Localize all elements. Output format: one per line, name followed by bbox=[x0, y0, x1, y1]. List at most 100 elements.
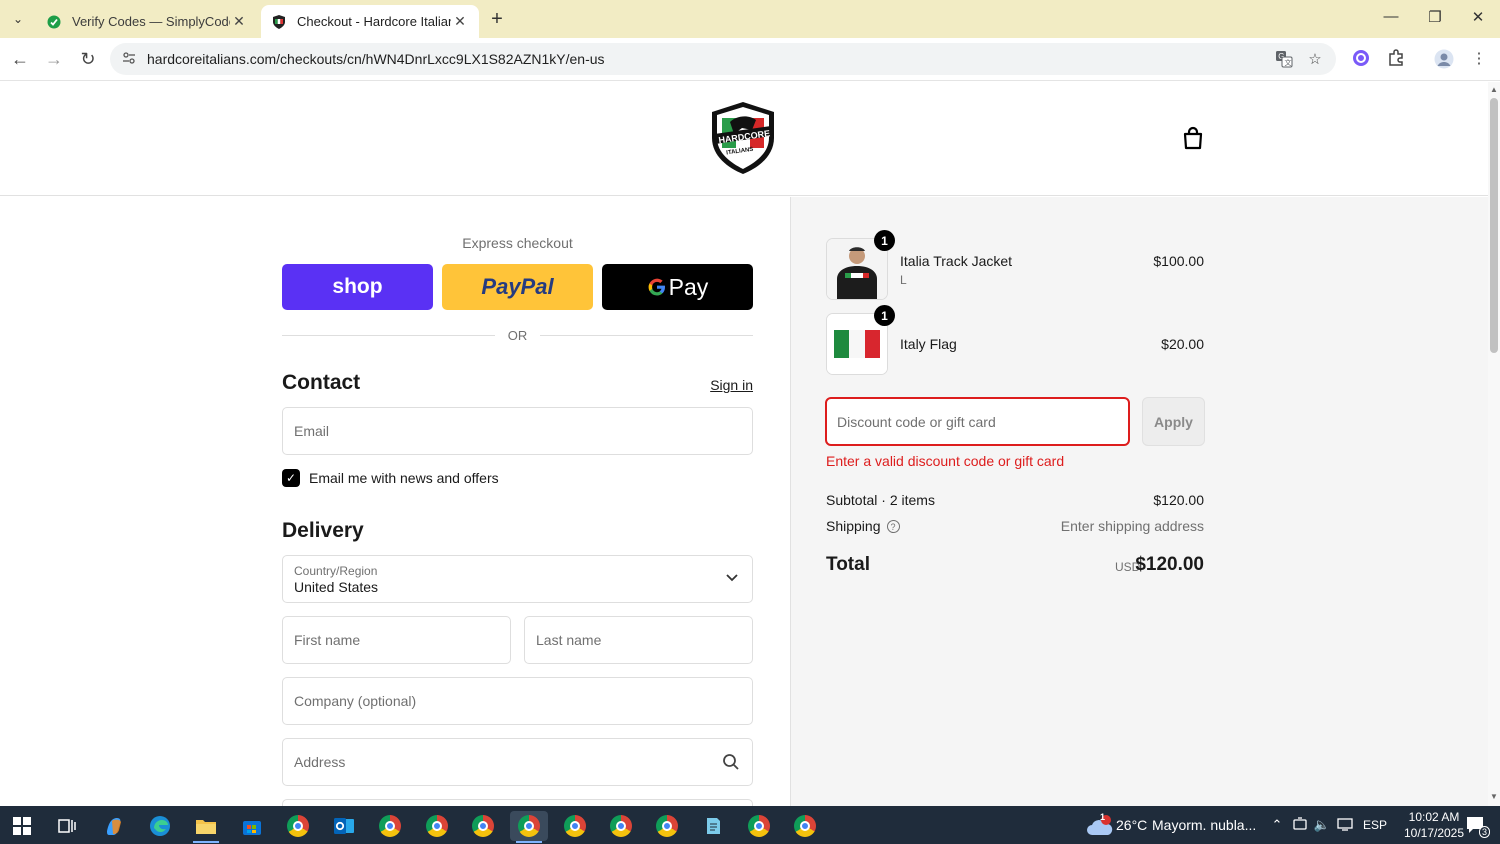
restore-icon[interactable]: ❐ bbox=[1420, 8, 1450, 26]
shipping-value: Enter shipping address bbox=[1060, 518, 1204, 534]
shop-pay-button[interactable]: shop bbox=[282, 264, 433, 310]
bookmark-star-icon[interactable]: ☆ bbox=[1305, 50, 1325, 70]
chrome-icon[interactable] bbox=[279, 811, 317, 841]
tab-close-icon[interactable]: ✕ bbox=[230, 13, 248, 30]
help-icon[interactable]: ? bbox=[886, 520, 900, 533]
chrome-profile-icon[interactable] bbox=[464, 811, 502, 841]
discount-code-input[interactable] bbox=[827, 399, 1128, 444]
translate-icon[interactable]: G文 bbox=[1274, 50, 1294, 70]
chrome-profile-icon[interactable] bbox=[648, 811, 686, 841]
site-info-icon[interactable] bbox=[122, 51, 138, 67]
chrome-profile-icon[interactable] bbox=[740, 811, 778, 841]
quantity-badge: 1 bbox=[874, 230, 895, 251]
country-label: Country/Region bbox=[294, 564, 378, 578]
last-name-field[interactable] bbox=[524, 616, 753, 664]
newsletter-checkbox[interactable]: ✓ bbox=[282, 469, 300, 487]
first-name-field[interactable] bbox=[282, 616, 511, 664]
weather-temp[interactable]: 26°C bbox=[1116, 817, 1147, 833]
edge-icon[interactable] bbox=[141, 811, 179, 841]
last-name-input[interactable] bbox=[525, 617, 752, 663]
email-field[interactable] bbox=[282, 407, 753, 455]
country-select[interactable]: Country/Region United States bbox=[282, 555, 753, 603]
shipping-label: Shipping bbox=[826, 518, 881, 534]
microsoft-store-icon[interactable] bbox=[233, 811, 271, 841]
browser-toolbar: ← → ↻ hardcoreitalians.com/checkouts/cn/… bbox=[0, 38, 1500, 81]
hardcore-italians-logo[interactable]: HARDCORE ITALIANS bbox=[708, 100, 778, 176]
task-view-icon[interactable] bbox=[48, 811, 86, 841]
chevron-up-icon[interactable]: ⌃ bbox=[1268, 817, 1286, 833]
tab-simplycodes[interactable]: Verify Codes — SimplyCodes ✕ bbox=[36, 5, 258, 38]
network-icon[interactable] bbox=[1336, 817, 1354, 834]
window-close-icon[interactable]: ✕ bbox=[1463, 8, 1493, 26]
paypal-button[interactable]: PayPal bbox=[442, 264, 593, 310]
company-field[interactable] bbox=[282, 677, 753, 725]
chrome-profile-icon[interactable] bbox=[602, 811, 640, 841]
or-divider: OR bbox=[282, 328, 753, 344]
chrome-profile-icon[interactable] bbox=[510, 811, 548, 843]
file-explorer-icon[interactable] bbox=[187, 811, 225, 843]
checkout-page: HARDCORE ITALIANS Express checkout shop … bbox=[0, 82, 1488, 806]
total-value: $120.00 bbox=[1135, 554, 1204, 575]
google-pay-button[interactable]: Pay bbox=[602, 264, 753, 310]
tab-checkout[interactable]: Checkout - Hardcore Italians ✕ bbox=[261, 5, 479, 38]
new-tab-button[interactable]: + bbox=[486, 8, 508, 31]
scrollbar-thumb[interactable] bbox=[1490, 98, 1498, 353]
address-input[interactable] bbox=[283, 739, 752, 785]
address-field[interactable] bbox=[282, 738, 753, 786]
email-input[interactable] bbox=[283, 408, 752, 454]
weather-text[interactable]: Mayorm. nubla... bbox=[1152, 817, 1256, 833]
item-price: $100.00 bbox=[1153, 253, 1204, 269]
item-variant: L bbox=[900, 273, 907, 287]
next-field[interactable] bbox=[282, 799, 753, 806]
newsletter-label: Email me with news and offers bbox=[309, 470, 499, 486]
svg-text:文: 文 bbox=[1285, 58, 1292, 67]
chrome-profile-icon[interactable] bbox=[418, 811, 456, 841]
reload-icon[interactable]: ↻ bbox=[77, 48, 99, 70]
url-text: hardcoreitalians.com/checkouts/cn/hWN4Dn… bbox=[147, 51, 605, 67]
address-bar[interactable]: hardcoreitalians.com/checkouts/cn/hWN4Dn… bbox=[110, 43, 1336, 75]
start-windows-icon[interactable] bbox=[3, 811, 41, 841]
cart-bag-icon[interactable] bbox=[1182, 126, 1204, 150]
extension-app-icon[interactable] bbox=[1350, 49, 1372, 71]
volume-icon[interactable]: 🔈 bbox=[1313, 817, 1331, 833]
browser-menu-icon[interactable]: ⋮ bbox=[1468, 49, 1490, 71]
meet-now-icon[interactable] bbox=[1291, 817, 1309, 834]
scroll-up-icon[interactable]: ▲ bbox=[1489, 85, 1499, 94]
subtotal-label: Subtotal · 2 items bbox=[826, 492, 935, 508]
extensions-puzzle-icon[interactable] bbox=[1385, 49, 1407, 71]
site-header: HARDCORE ITALIANS bbox=[0, 82, 1488, 196]
chrome-profile-icon[interactable] bbox=[556, 811, 594, 841]
company-input[interactable] bbox=[283, 678, 752, 724]
clock-date[interactable]: 10/17/2025 bbox=[1399, 826, 1469, 840]
scroll-down-icon[interactable]: ▼ bbox=[1489, 792, 1499, 801]
back-icon[interactable]: ← bbox=[9, 48, 31, 70]
shop-pay-label: shop bbox=[332, 275, 383, 298]
tab-title: Verify Codes — SimplyCodes bbox=[72, 14, 230, 29]
chrome-profile-icon[interactable] bbox=[786, 811, 824, 841]
hardcore-favicon-icon bbox=[271, 14, 287, 30]
tab-close-icon[interactable]: ✕ bbox=[451, 13, 469, 30]
notepad-icon[interactable] bbox=[694, 811, 732, 841]
discount-code-field[interactable] bbox=[825, 397, 1130, 446]
language-indicator[interactable]: ESP bbox=[1363, 818, 1387, 832]
first-name-input[interactable] bbox=[283, 617, 510, 663]
weather-cloud-icon[interactable]: 1 bbox=[1082, 811, 1116, 841]
outlook-icon[interactable] bbox=[325, 811, 363, 841]
copilot-icon[interactable] bbox=[95, 811, 133, 841]
discount-error-message: Enter a valid discount code or gift card bbox=[826, 453, 1065, 469]
country-value: United States bbox=[294, 579, 379, 595]
notification-center-icon[interactable]: 3 bbox=[1462, 815, 1490, 838]
apply-button[interactable]: Apply bbox=[1142, 397, 1205, 446]
notification-count: 3 bbox=[1478, 826, 1490, 838]
tab-title: Checkout - Hardcore Italians bbox=[297, 14, 451, 29]
product-thumbnail-jacket: 1 bbox=[826, 230, 895, 300]
chrome-profile-icon[interactable] bbox=[371, 811, 409, 841]
sign-in-link[interactable]: Sign in bbox=[700, 377, 753, 393]
weather-badge: 1 bbox=[1100, 812, 1106, 822]
minimize-icon[interactable]: — bbox=[1376, 8, 1406, 25]
tab-search-button[interactable]: ⌄ bbox=[6, 7, 30, 31]
clock-time[interactable]: 10:02 AM bbox=[1404, 810, 1464, 824]
profile-avatar-icon[interactable] bbox=[1433, 49, 1455, 71]
forward-icon[interactable]: → bbox=[43, 48, 65, 70]
page-scrollbar[interactable]: ▲ ▼ bbox=[1488, 82, 1500, 806]
